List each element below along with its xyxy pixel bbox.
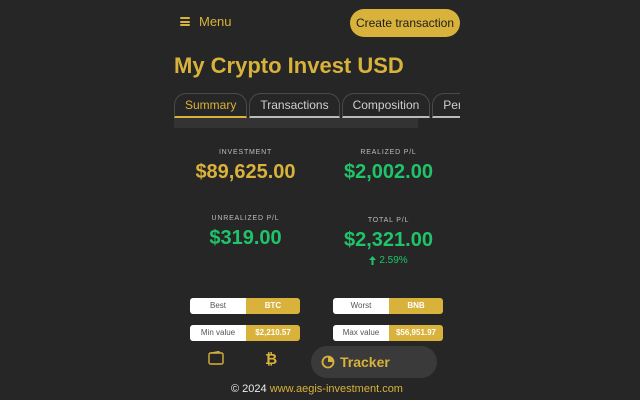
tracker-button[interactable]: Tracker: [311, 346, 437, 378]
total-label: TOTAL P/L: [367, 217, 410, 224]
unrealized-label: UNREALIZED P/L: [211, 215, 280, 222]
min-value-value: $2,210.57: [246, 325, 300, 341]
page-title: My Crypto Invest USD: [174, 53, 404, 78]
investment-label: INVESTMENT: [218, 149, 273, 156]
tab-summary[interactable]: Summary: [174, 93, 248, 118]
unrealized-stat: UNREALIZED P/L $319.00: [174, 215, 317, 250]
realized-label: REALIZED P/L: [360, 149, 417, 156]
bitcoin-icon[interactable]: ₿: [265, 350, 277, 371]
tab-performance[interactable]: Performance: [432, 93, 460, 118]
investment-value: $89,625.00: [195, 161, 296, 183]
pie-chart-icon: [321, 355, 335, 369]
tab-composition[interactable]: Composition: [341, 93, 431, 118]
hamburger-icon: [180, 17, 190, 26]
investment-stat: INVESTMENT $89,625.00: [174, 149, 317, 184]
best-pill: Best BTC: [190, 298, 300, 314]
worst-label: Worst: [333, 298, 389, 314]
worst-value: BNB: [389, 298, 443, 314]
total-change: 2.59%: [317, 255, 460, 266]
total-stat: TOTAL P/L $2,321.00 2.59%: [317, 217, 460, 266]
wallet-icon[interactable]: [208, 350, 224, 370]
tab-transactions[interactable]: Transactions: [249, 93, 340, 118]
menu-label: Menu: [199, 14, 232, 29]
footer-copyright: © 2024: [231, 383, 267, 395]
menu-button[interactable]: Menu: [180, 14, 232, 29]
app-container: Menu Create transaction My Crypto Invest…: [174, 0, 460, 400]
max-value-label: Max value: [333, 325, 389, 341]
realized-value: $2,002.00: [344, 161, 433, 183]
max-value-value: $56,951.97: [389, 325, 443, 341]
footer: © 2024 www.aegis-investment.com: [174, 383, 460, 395]
arrow-up-icon: [369, 256, 377, 265]
total-value: $2,321.00: [344, 229, 433, 251]
create-transaction-button[interactable]: Create transaction: [350, 9, 460, 37]
min-value-label: Min value: [190, 325, 246, 341]
worst-pill: Worst BNB: [333, 298, 443, 314]
unrealized-value: $319.00: [209, 227, 282, 249]
tab-bar: Summary Transactions Composition Perform…: [174, 93, 460, 119]
tab-scrollbar[interactable]: [174, 118, 418, 128]
best-label: Best: [190, 298, 246, 314]
best-value: BTC: [246, 298, 300, 314]
max-value-pill: Max value $56,951.97: [333, 325, 443, 341]
top-bar: Menu Create transaction: [174, 9, 460, 37]
realized-stat: REALIZED P/L $2,002.00: [317, 149, 460, 184]
svg-text:₿: ₿: [265, 350, 277, 366]
total-change-value: 2.59%: [379, 255, 408, 266]
tracker-label: Tracker: [340, 354, 390, 370]
footer-link[interactable]: www.aegis-investment.com: [270, 383, 403, 395]
min-value-pill: Min value $2,210.57: [190, 325, 300, 341]
